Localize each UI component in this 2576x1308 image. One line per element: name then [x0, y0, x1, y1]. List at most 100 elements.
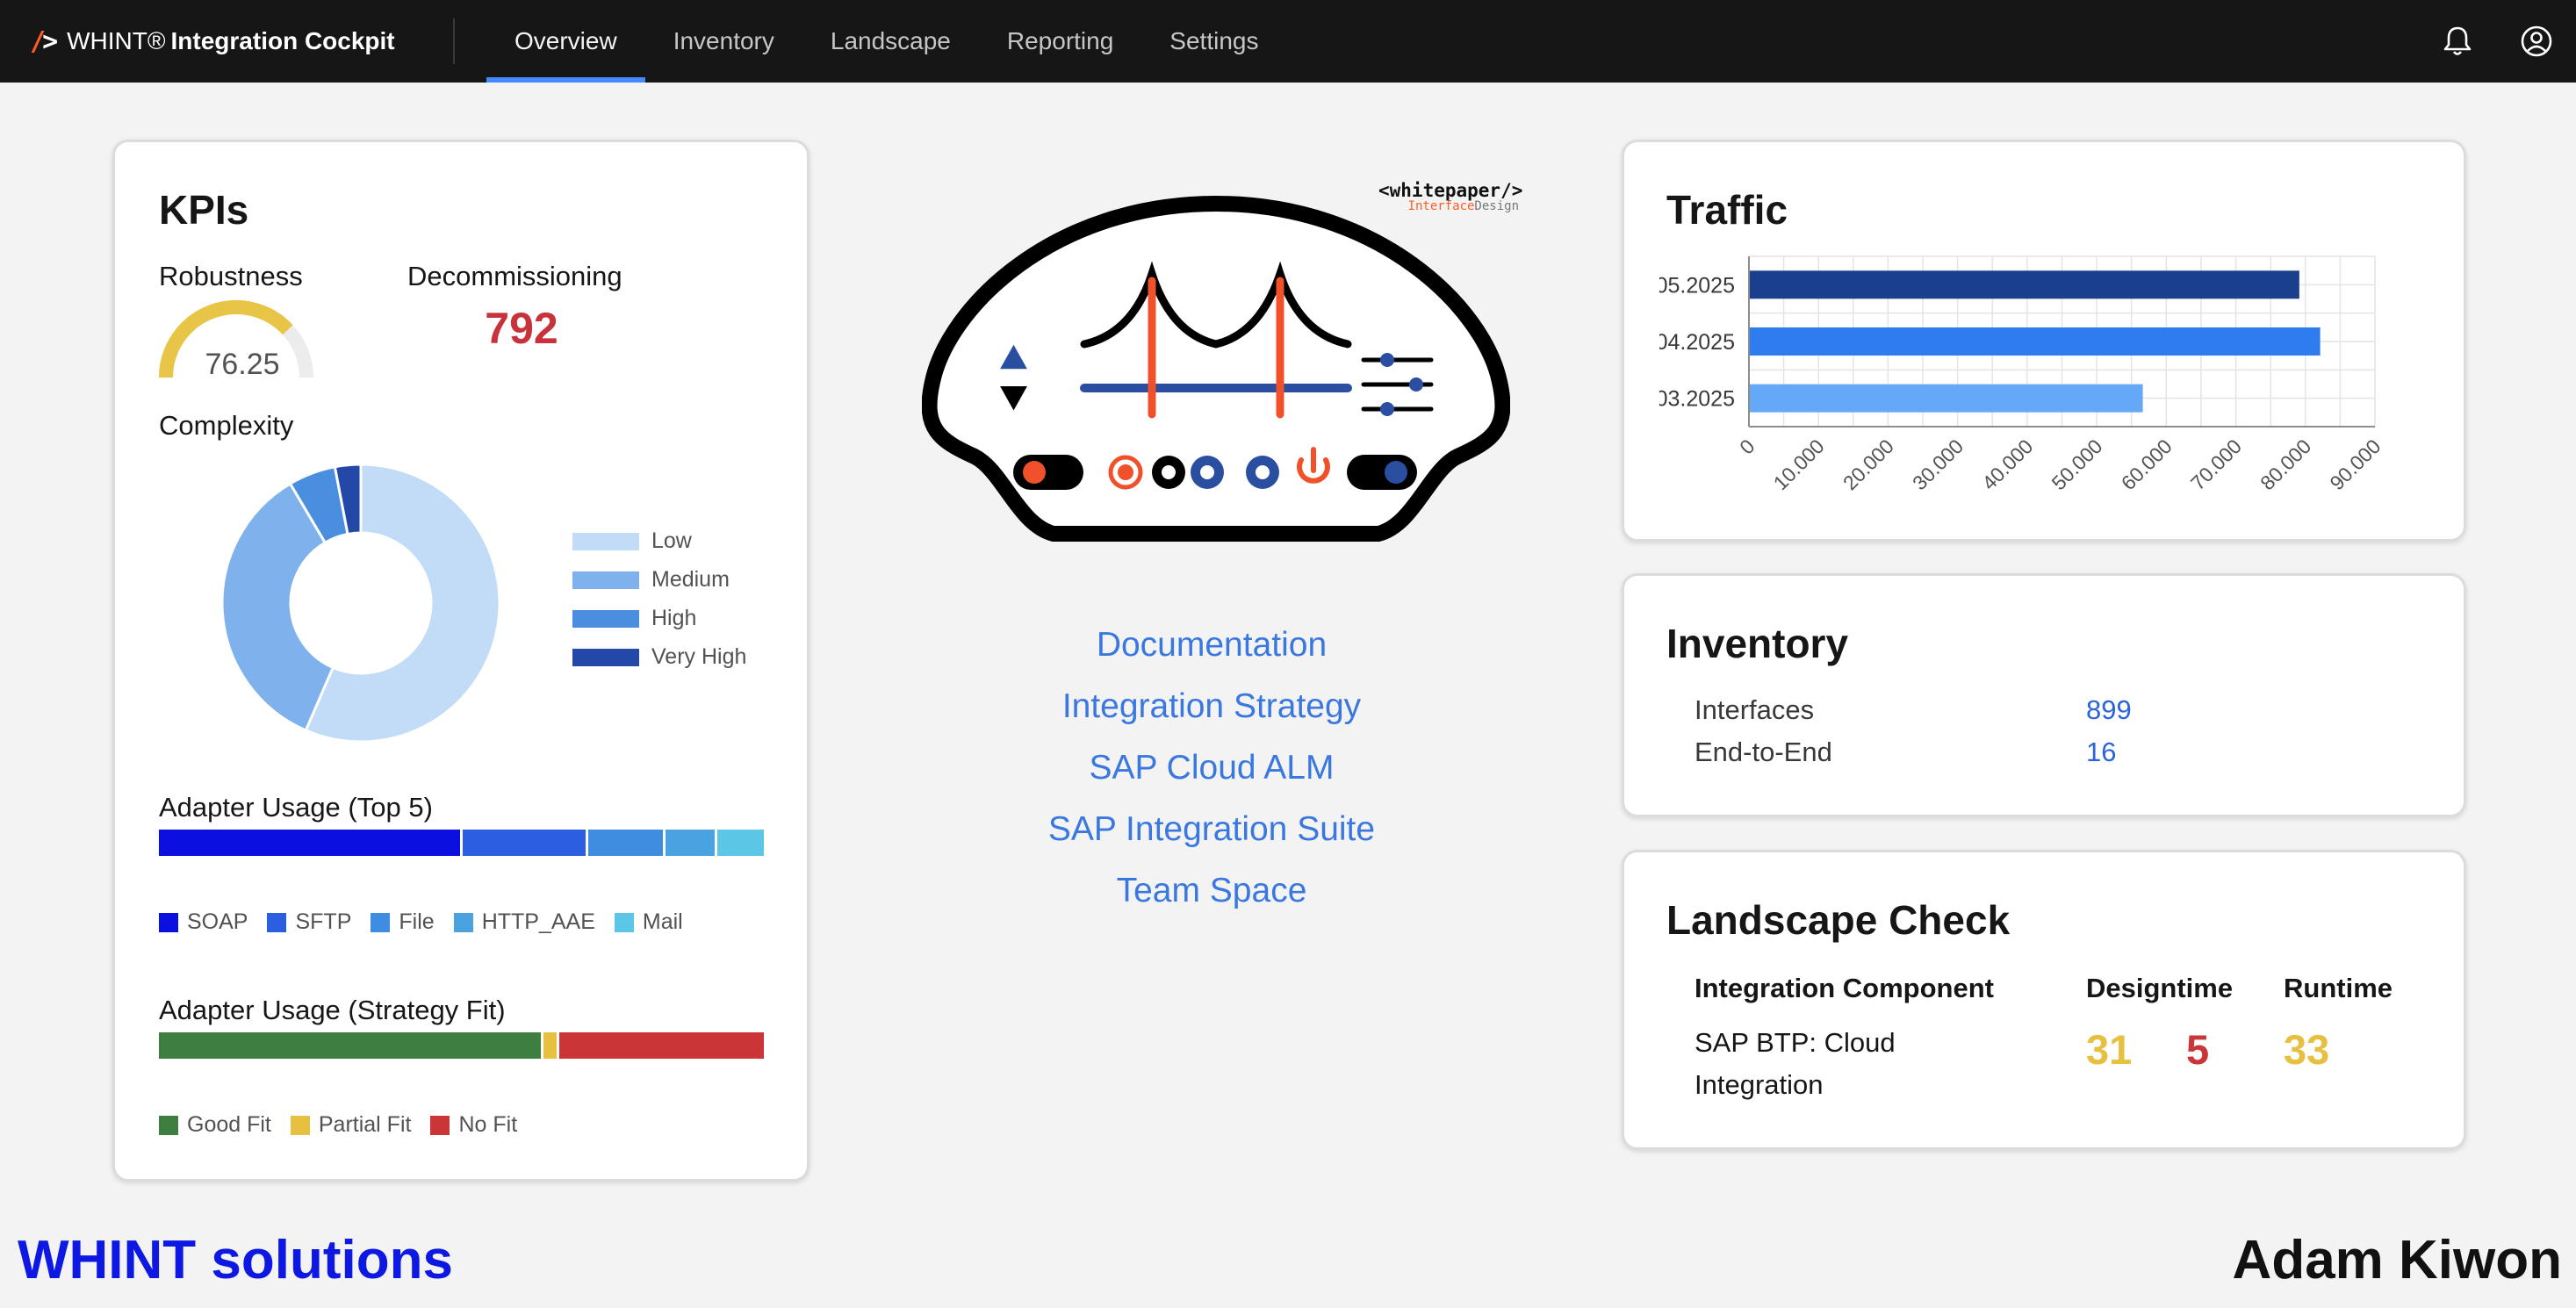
user-avatar-icon	[2521, 25, 2552, 57]
legend-swatch	[614, 912, 634, 932]
legend-item-soap[interactable]: SOAP	[159, 909, 248, 935]
traffic-tick-label: 50.000	[2047, 435, 2107, 494]
legend-item-partial-fit[interactable]: Partial Fit	[290, 1112, 412, 1138]
bell-icon	[2443, 26, 2472, 55]
traffic-bar-04-2025[interactable]	[1750, 327, 2321, 356]
adapter-top5-bar	[159, 830, 766, 856]
nav-tabs: Overview Inventory Landscape Reporting S…	[486, 0, 1286, 83]
legend-label: No Fit	[458, 1112, 518, 1137]
link-sap-integration-suite[interactable]: SAP Integration Suite	[948, 799, 1475, 860]
inventory-end-to-end-label: End-to-End	[1695, 737, 1832, 767]
footer-company: WHINT solutions	[18, 1230, 453, 1290]
column-designtime: Designtime	[2086, 973, 2234, 1003]
adapter-fit-bar	[159, 1032, 766, 1059]
legend-label: HTTP_AAE	[481, 909, 595, 934]
complexity-legend-low[interactable]: Low	[572, 528, 692, 554]
adapter-fit-label: Adapter Usage (Strategy Fit)	[159, 995, 506, 1025]
app-brand[interactable]: / > WHINT® Integration Cockpit	[0, 0, 453, 83]
landscape-check-card[interactable]: Landscape Check Integration Component De…	[1622, 850, 2466, 1150]
legend-label: Mail	[642, 909, 683, 934]
traffic-tick-label: 80.000	[2256, 435, 2315, 494]
legend-label: High	[651, 606, 697, 630]
legend-item-mail[interactable]: Mail	[614, 909, 683, 935]
legend-swatch	[267, 912, 287, 932]
integration-cockpit-logo	[922, 196, 1510, 542]
legend-swatch	[159, 1115, 178, 1135]
bar-segment-partial-fit[interactable]	[543, 1032, 559, 1059]
bar-segment-good-fit[interactable]	[159, 1032, 544, 1059]
legend-label: File	[399, 909, 435, 934]
tab-inventory[interactable]: Inventory	[645, 0, 802, 83]
bar-segment-http-aae[interactable]	[665, 830, 718, 856]
inventory-end-to-end-value[interactable]: 16	[2086, 737, 2116, 768]
link-team-space[interactable]: Team Space	[948, 860, 1475, 922]
legend-item-file[interactable]: File	[371, 909, 435, 935]
link-integration-strategy[interactable]: Integration Strategy	[948, 676, 1475, 737]
legend-label: Very High	[651, 644, 747, 669]
toggle-right-icon	[1347, 455, 1417, 490]
notifications-button[interactable]	[2418, 0, 2497, 83]
adapter-top5-label: Adapter Usage (Top 5)	[159, 792, 433, 823]
bar-segment-no-fit[interactable]	[558, 1032, 766, 1059]
bar-segment-sftp[interactable]	[463, 830, 589, 856]
legend-swatch	[572, 609, 639, 628]
traffic-category-label: 03.2025	[1659, 387, 1735, 412]
legend-label: Low	[651, 528, 692, 553]
user-profile-button[interactable]	[2497, 0, 2576, 83]
link-sap-cloud-alm[interactable]: SAP Cloud ALM	[948, 737, 1475, 799]
inventory-interfaces-value[interactable]: 899	[2086, 694, 2132, 726]
footer-author: Adam Kiwon	[2232, 1230, 2562, 1290]
designtime-error-count[interactable]: 5	[2186, 1025, 2209, 1074]
brand-name: WHINT®	[67, 27, 166, 54]
complexity-legend-very-high[interactable]: Very High	[572, 644, 746, 670]
legend-item-no-fit[interactable]: No Fit	[430, 1112, 517, 1138]
bar-segment-mail[interactable]	[717, 830, 766, 856]
traffic-tick-label: 10.000	[1769, 435, 1829, 494]
traffic-category-label: 04.2025	[1659, 330, 1735, 355]
legend-swatch	[572, 571, 639, 589]
legend-item-sftp[interactable]: SFTP	[267, 909, 351, 935]
traffic-tick-label: 60.000	[2117, 435, 2177, 494]
link-documentation[interactable]: Documentation	[948, 614, 1475, 676]
traffic-tick-label: 40.000	[1977, 435, 2037, 494]
kpis-title: KPIs	[159, 187, 249, 233]
column-runtime: Runtime	[2284, 973, 2393, 1003]
traffic-tick-label: 0	[1735, 435, 1759, 458]
complexity-legend-medium[interactable]: Medium	[572, 567, 730, 593]
traffic-bar-05-2025[interactable]	[1750, 270, 2299, 299]
tab-settings[interactable]: Settings	[1141, 0, 1286, 83]
legend-label: Partial Fit	[318, 1112, 412, 1137]
inventory-interfaces-label: Interfaces	[1695, 694, 1815, 725]
legend-item-http-aae[interactable]: HTTP_AAE	[453, 909, 595, 935]
legend-label: SOAP	[187, 909, 248, 934]
robustness-label: Robustness	[159, 261, 303, 291]
legend-label: SFTP	[295, 909, 352, 934]
legend-swatch	[290, 1115, 310, 1135]
inventory-card[interactable]: Inventory Interfaces 899 End-to-End 16	[1622, 573, 2466, 817]
bar-segment-file[interactable]	[588, 830, 666, 856]
traffic-card[interactable]: Traffic 05.2025 04.2025 03.2025 0 10.000 20.0…	[1622, 140, 2466, 542]
top-navigation-bar: / > WHINT® Integration Cockpit Overview …	[0, 0, 2576, 83]
component-name-line1: SAP BTP: Cloud	[1695, 1027, 1896, 1058]
quick-links: Documentation Integration Strategy SAP C…	[948, 614, 1475, 922]
traffic-tick-label: 30.000	[1908, 435, 1968, 494]
legend-swatch	[430, 1115, 450, 1135]
complexity-label: Complexity	[159, 410, 294, 441]
legend-item-good-fit[interactable]: Good Fit	[159, 1112, 271, 1138]
traffic-title: Traffic	[1666, 187, 1788, 233]
brand-gt: >	[42, 25, 59, 57]
legend-swatch	[371, 912, 391, 932]
tab-landscape[interactable]: Landscape	[802, 0, 979, 83]
tab-reporting[interactable]: Reporting	[979, 0, 1141, 83]
tab-overview[interactable]: Overview	[486, 0, 645, 83]
complexity-donut-chart	[220, 463, 501, 744]
bar-segment-soap[interactable]	[159, 830, 463, 856]
decommissioning-value: 792	[485, 304, 558, 353]
adapter-top5-legend: SOAP SFTP File HTTP_AAE Mail	[159, 909, 702, 935]
traffic-bar-03-2025[interactable]	[1750, 384, 2143, 413]
brand-product: Integration Cockpit	[170, 27, 395, 54]
designtime-warning-count[interactable]: 31	[2086, 1025, 2132, 1074]
complexity-legend-high[interactable]: High	[572, 606, 696, 631]
runtime-warning-count[interactable]: 33	[2284, 1025, 2329, 1074]
legend-swatch	[572, 532, 639, 550]
